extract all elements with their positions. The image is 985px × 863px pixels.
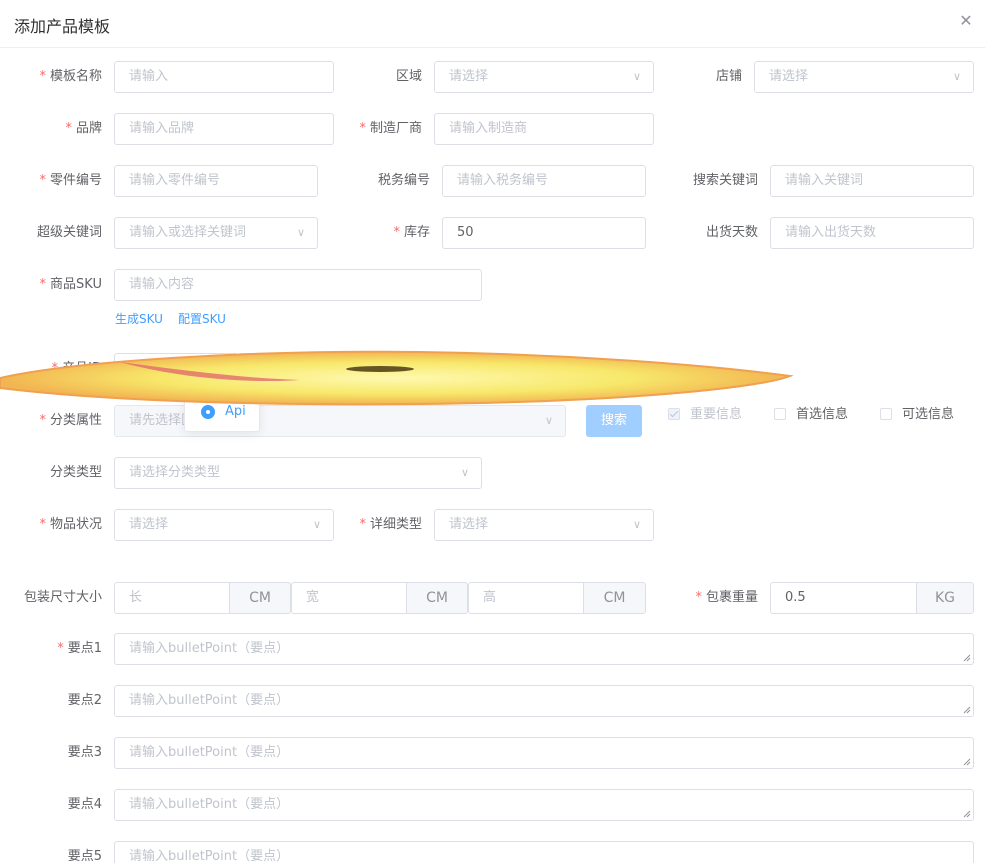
condition-label: * 物品状况 [39, 517, 102, 532]
package-size-label: 包装尺寸大小 [23, 590, 102, 605]
bullet4-label: 要点4 [67, 797, 102, 812]
checkbox-box [668, 408, 680, 420]
category-attr-label: * 分类属性 [39, 413, 102, 428]
chevron-down-icon: ∨ [952, 70, 962, 83]
chevron-down-icon: ∨ [632, 70, 642, 83]
dialog-title: 添加产品模板 [14, 17, 111, 36]
optional-info-checkbox[interactable]: 可选信息 [880, 405, 954, 425]
template-name-input[interactable]: 请输入 [114, 61, 334, 93]
ship-days-label: 出货天数 [705, 225, 758, 240]
chevron-down-icon: ∨ [312, 518, 322, 531]
api-option[interactable]: Api [225, 404, 246, 419]
region-select[interactable]: 请选择 ∨ [434, 61, 654, 93]
manufacturer-label: * 制造厂商 [359, 121, 422, 136]
checkbox-box [774, 408, 786, 420]
tax-number-input[interactable]: 请输入税务编号 [442, 165, 646, 197]
chevron-down-icon: ∨ [632, 518, 642, 531]
condition-select[interactable]: 请选择 ∨ [114, 509, 334, 541]
package-weight-label: * 包裹重量 [695, 590, 758, 605]
search-keyword-label: 搜索关键词 [692, 173, 758, 188]
resize-handle-icon[interactable] [963, 758, 971, 766]
important-info-checkbox[interactable]: 重要信息 [668, 405, 742, 425]
bullet4-textarea[interactable]: 请输入bulletPoint（要点） [114, 789, 974, 821]
category-attr-select[interactable]: 请先选择区 ∨ [114, 405, 566, 437]
region-popup: Api [184, 394, 260, 432]
brand-label: * 品牌 [65, 121, 102, 136]
resize-handle-icon[interactable] [963, 654, 971, 662]
length-input[interactable]: 长 [114, 582, 230, 614]
config-sku-link[interactable]: 配置SKU [178, 310, 226, 327]
bullet3-textarea[interactable]: 请输入bulletPoint（要点） [114, 737, 974, 769]
region-label: 区域 [395, 69, 422, 84]
bullet5-label: 要点5 [67, 849, 102, 863]
category-type-label: 分类类型 [49, 465, 102, 480]
manufacturer-input[interactable]: 请输入制造商 [434, 113, 654, 145]
super-keyword-label: 超级关键词 [36, 225, 102, 240]
bullet3-label: 要点3 [67, 745, 102, 760]
chevron-down-icon: ∨ [296, 226, 306, 239]
bullet2-textarea[interactable]: 请输入bulletPoint（要点） [114, 685, 974, 717]
resize-handle-icon[interactable] [963, 810, 971, 818]
stock-label: * 库存 [393, 225, 430, 240]
chevron-down-icon: ∨ [460, 466, 470, 479]
sku-label: * 商品SKU [39, 277, 102, 292]
template-name-label: * 模板名称 [39, 69, 102, 84]
chevron-down-icon: ∨ [544, 414, 554, 427]
store-select[interactable]: 请选择 ∨ [754, 61, 974, 93]
category-type-select[interactable]: 请选择分类类型 ∨ [114, 457, 482, 489]
close-icon[interactable]: ✕ [958, 13, 974, 29]
resize-handle-icon[interactable] [963, 706, 971, 714]
generate-sku-link[interactable]: 生成SKU [115, 310, 163, 327]
bullet2-label: 要点2 [67, 693, 102, 708]
part-number-input[interactable]: 请输入零件编号 [114, 165, 318, 197]
checkbox-box [880, 408, 892, 420]
bullet5-textarea[interactable]: 请输入bulletPoint（要点） [114, 841, 974, 863]
product-id-input[interactable]: ID [114, 353, 238, 385]
search-button[interactable]: 搜索 [586, 405, 642, 437]
height-unit: CM [583, 582, 646, 614]
height-input[interactable]: 高 [468, 582, 584, 614]
preferred-info-checkbox[interactable]: 首选信息 [774, 405, 848, 425]
search-keyword-input[interactable]: 请输入关键词 [770, 165, 974, 197]
detail-type-select[interactable]: 请选择 ∨ [434, 509, 654, 541]
radio-selected-icon[interactable] [201, 405, 215, 419]
width-input[interactable]: 宽 [291, 582, 407, 614]
length-unit: CM [229, 582, 291, 614]
stock-input[interactable]: 50 [442, 217, 646, 249]
detail-type-label: * 详细类型 [359, 517, 422, 532]
bullet1-label: * 要点1 [57, 641, 102, 656]
store-label: 店铺 [715, 69, 742, 84]
add-product-template-dialog: 添加产品模板 ✕ * 模板名称 请输入 区域 请选择 ∨ 店铺 请选择 ∨ * 品牌 请… [0, 0, 985, 863]
product-id-extra-input[interactable] [238, 353, 482, 385]
ship-days-input[interactable]: 请输入出货天数 [770, 217, 974, 249]
bullet1-textarea[interactable]: 请输入bulletPoint（要点） [114, 633, 974, 665]
weight-unit: KG [916, 582, 974, 614]
width-unit: CM [406, 582, 468, 614]
part-number-label: * 零件编号 [39, 173, 102, 188]
product-id-label: * 产品ID [51, 361, 102, 376]
header-divider [0, 47, 985, 48]
tax-number-label: 税务编号 [377, 173, 430, 188]
package-weight-input[interactable]: 0.5 [770, 582, 917, 614]
sku-input[interactable]: 请输入内容 [114, 269, 482, 301]
super-keyword-select[interactable]: 请输入或选择关键词 ∨ [114, 217, 318, 249]
brand-input[interactable]: 请输入品牌 [114, 113, 334, 145]
